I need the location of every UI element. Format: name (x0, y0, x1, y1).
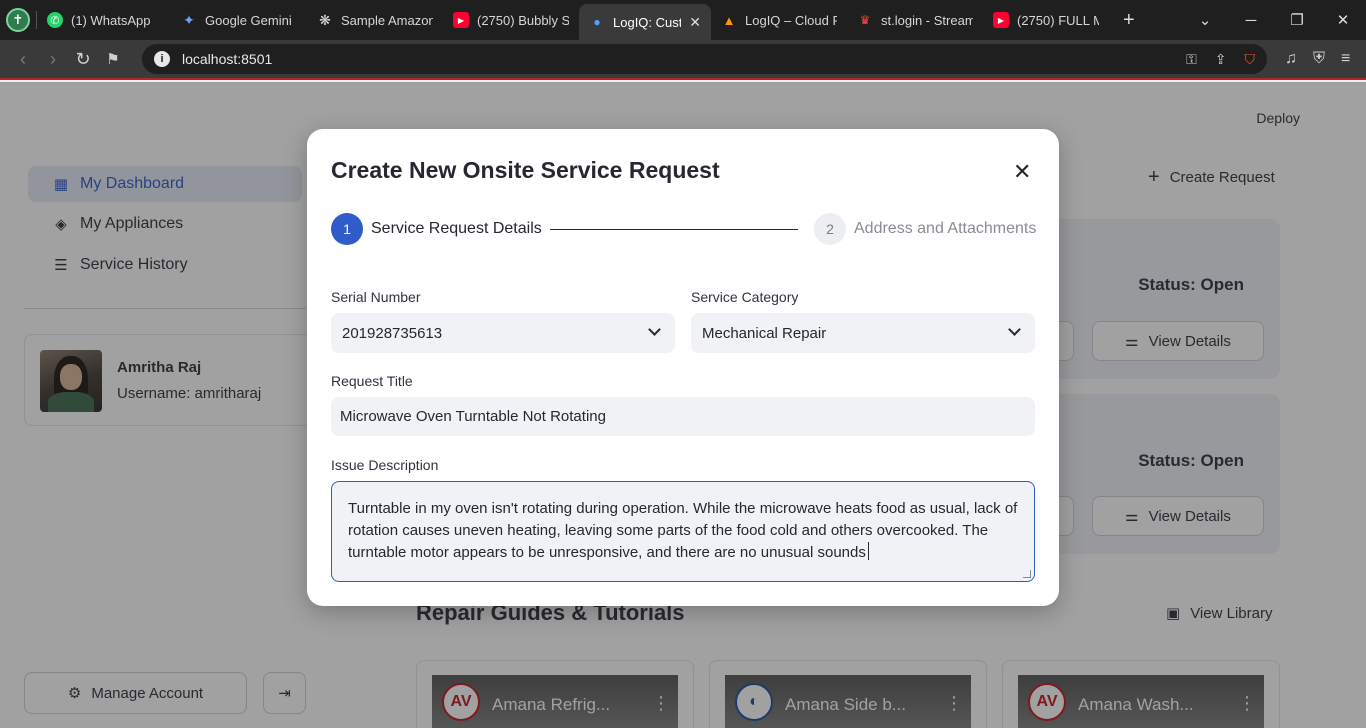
media-icon[interactable]: ♫ (1285, 50, 1297, 68)
browser-toolbar: ‹ › ↻ ⚑ i localhost:8501 ⚿ ⇪ ⛉ ♫ ⛨ ≡ (0, 40, 1366, 80)
tab-title: Sample Amazon (341, 12, 433, 28)
resize-handle[interactable] (1023, 570, 1031, 578)
issue-description-label: Issue Description (331, 457, 439, 473)
streamlit-icon: ● (593, 15, 601, 29)
new-tab-icon[interactable]: + (1109, 9, 1149, 32)
tab-youtube-full[interactable]: ▶ (2750) FULL MA (983, 4, 1109, 36)
forward-icon[interactable]: › (38, 49, 68, 70)
vpn-icon[interactable]: ⛨ (1313, 50, 1325, 68)
dialog-title: Create New Onsite Service Request (331, 157, 720, 183)
window-controls: ⌄ ─ ❐ ✕ (1182, 11, 1366, 30)
reload-icon[interactable]: ↻ (68, 49, 98, 70)
close-tab-icon[interactable]: ✕ (689, 14, 701, 31)
tab-gemini[interactable]: ✦ Google Gemini (171, 4, 307, 36)
menu-icon[interactable]: ≡ (1341, 50, 1350, 68)
tab-title: (2750) FULL MA (1017, 12, 1099, 28)
youtube-icon: ▶ (993, 12, 1009, 28)
request-title-label: Request Title (331, 373, 413, 389)
chevron-down-icon (648, 323, 661, 336)
tab-title: (1) WhatsApp (71, 12, 151, 28)
gemini-icon: ✦ (183, 11, 195, 28)
tab-title: LogIQ: Cust (613, 14, 682, 30)
request-title-value: Microwave Oven Turntable Not Rotating (340, 408, 606, 425)
site-info-icon[interactable]: i (154, 51, 170, 67)
streamlit-crown-icon: ♛ (859, 13, 871, 27)
step-connector (550, 229, 798, 230)
tab-st-login[interactable]: ♛ st.login - Stream (847, 4, 983, 36)
serial-number-label: Serial Number (331, 289, 421, 305)
address-bar[interactable]: i localhost:8501 ⚿ ⇪ ⛉ (142, 44, 1267, 74)
step-2-label: Address and Attachments (854, 220, 1037, 237)
serial-number-value: 201928735613 (342, 324, 443, 342)
whatsapp-icon: ✆ (47, 12, 63, 28)
chevron-down-icon (1008, 323, 1021, 336)
youtube-icon: ▶ (453, 12, 469, 28)
text-caret (867, 542, 869, 560)
tab-logiq-customer[interactable]: ● LogIQ: Cust ✕ (579, 4, 711, 40)
service-category-label: Service Category (691, 289, 799, 305)
request-title-input[interactable]: Microwave Oven Turntable Not Rotating (331, 397, 1035, 436)
close-icon[interactable]: ✕ (1013, 159, 1031, 185)
back-icon[interactable]: ‹ (8, 49, 38, 70)
step-1-indicator: 1 (331, 213, 363, 245)
tab-youtube-bubbly[interactable]: ▶ (2750) Bubbly Si (443, 4, 579, 36)
service-category-select[interactable]: Mechanical Repair (691, 313, 1035, 353)
create-request-dialog: Create New Onsite Service Request ✕ 1 Se… (307, 129, 1059, 606)
share-icon[interactable]: ⇪ (1215, 51, 1227, 68)
serial-number-select[interactable]: 201928735613 (331, 313, 675, 353)
tab-whatsapp[interactable]: ✆ (1) WhatsApp (37, 4, 171, 36)
tab-title: st.login - Stream (881, 12, 973, 28)
tab-sample-amazon[interactable]: ❋ Sample Amazon (307, 4, 443, 36)
tab-search-chevron-icon[interactable]: ⌄ (1182, 11, 1228, 29)
brave-shield-icon[interactable]: ⛉ (1245, 51, 1256, 68)
tab-title: Google Gemini (205, 12, 292, 28)
browser-tab-bar: ✝ ✆ (1) WhatsApp ✦ Google Gemini ❋ Sampl… (0, 0, 1366, 40)
url-text: localhost:8501 (182, 51, 273, 67)
tab-title: LogIQ – Cloud F (745, 12, 837, 28)
step-1-label: Service Request Details (371, 220, 542, 237)
step-2-indicator: 2 (814, 213, 846, 245)
key-icon[interactable]: ⚿ (1186, 51, 1197, 68)
issue-description-value: Turntable in my oven isn't rotating duri… (348, 500, 1018, 561)
tab-title: (2750) Bubbly Si (477, 12, 569, 28)
browser-profile-button[interactable]: ✝ (0, 0, 36, 40)
openai-icon: ❋ (319, 11, 331, 28)
service-category-value: Mechanical Repair (702, 324, 827, 342)
tab-logiq-cloud[interactable]: ▲ LogIQ – Cloud F (711, 4, 847, 36)
bookmark-icon[interactable]: ⚑ (98, 50, 128, 68)
firebase-icon: ▲ (722, 12, 736, 28)
restore-icon[interactable]: ❐ (1274, 11, 1320, 29)
issue-description-textarea[interactable]: Turntable in my oven isn't rotating duri… (331, 481, 1035, 582)
close-window-icon[interactable]: ✕ (1320, 11, 1366, 29)
minimize-icon[interactable]: ─ (1228, 12, 1274, 29)
profile-icon: ✝ (6, 8, 30, 32)
